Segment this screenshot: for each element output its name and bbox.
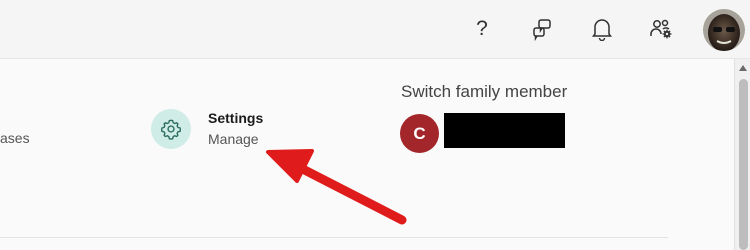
profile-avatar[interactable] <box>703 9 745 51</box>
family-settings-glyph <box>650 19 672 39</box>
settings-subtitle: Manage <box>208 131 259 147</box>
family-member-name-redacted[interactable] <box>444 113 565 148</box>
family-settings-icon[interactable] <box>647 14 677 44</box>
gear-icon <box>160 119 182 140</box>
profile-photo <box>703 9 745 51</box>
main-content: ases Settings Manage Switch family membe… <box>0 59 734 250</box>
help-icon[interactable]: ? <box>467 14 497 44</box>
purchases-label-partial[interactable]: ases <box>0 130 30 146</box>
scrollbar-thumb[interactable] <box>739 79 748 250</box>
settings-icon-circle <box>151 109 191 149</box>
top-bar: ? <box>0 0 750 58</box>
triangle-up-icon <box>739 65 747 71</box>
feedback-icon[interactable] <box>527 14 557 44</box>
settings-tile[interactable]: Settings Manage <box>151 109 291 157</box>
bell-icon[interactable] <box>587 14 617 44</box>
switch-family-member-title: Switch family member <box>401 82 568 101</box>
vertical-scrollbar[interactable] <box>734 59 750 250</box>
help-glyph: ? <box>476 17 488 40</box>
family-member-avatar[interactable]: C <box>400 114 439 153</box>
section-divider <box>0 237 668 238</box>
feedback-glyph <box>533 19 551 41</box>
family-member-initial: C <box>413 123 426 143</box>
scroll-up-arrow-icon[interactable] <box>735 62 750 74</box>
bell-glyph <box>592 19 612 41</box>
settings-title: Settings <box>208 110 264 126</box>
